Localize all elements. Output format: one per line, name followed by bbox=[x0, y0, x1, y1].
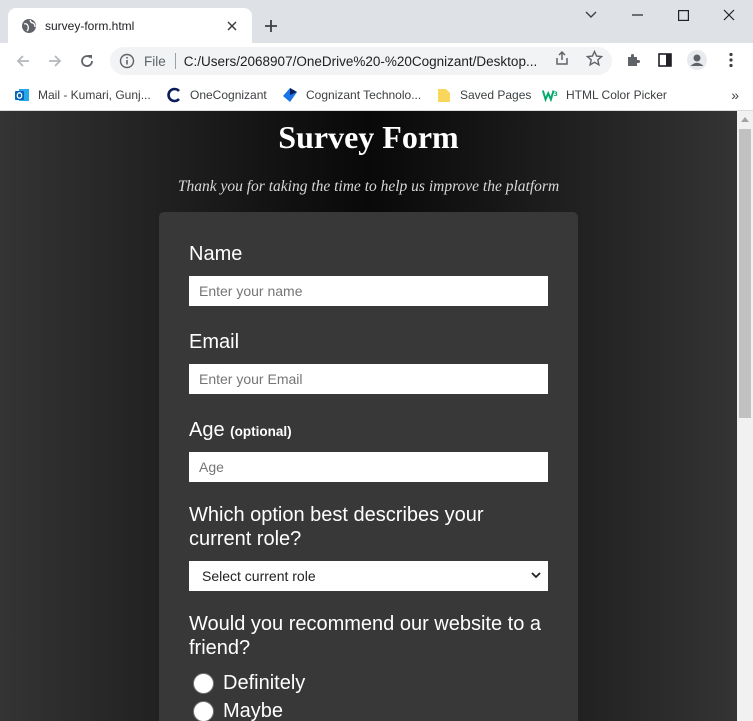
url-text[interactable]: C:/Users/2068907/OneDrive%20-%20Cognizan… bbox=[184, 54, 548, 69]
scroll-up-arrow-icon[interactable] bbox=[737, 111, 753, 127]
radio-option-maybe[interactable]: Maybe bbox=[193, 700, 283, 721]
bookmark-saved-pages[interactable]: Saved Pages bbox=[436, 84, 531, 106]
folder-icon bbox=[436, 87, 452, 103]
radio-button[interactable] bbox=[193, 701, 214, 721]
tab-title: survey-form.html bbox=[45, 18, 135, 33]
url-scheme: File bbox=[144, 53, 166, 69]
radio-button[interactable] bbox=[193, 673, 214, 694]
bookmark-label: OneCognizant bbox=[190, 88, 267, 102]
role-question: Which option best describes your current… bbox=[189, 504, 484, 550]
profile-avatar-icon[interactable] bbox=[686, 49, 708, 71]
forward-button[interactable] bbox=[42, 48, 68, 74]
name-input[interactable]: Enter your name bbox=[189, 276, 548, 306]
email-input[interactable]: Enter your Email bbox=[189, 364, 548, 394]
vertical-scrollbar[interactable] bbox=[737, 111, 753, 721]
address-bar[interactable]: File C:/Users/2068907/OneDrive%20-%20Cog… bbox=[110, 47, 612, 75]
bookmark-label: Saved Pages bbox=[460, 88, 532, 102]
scrollbar-thumb[interactable] bbox=[739, 129, 751, 418]
tab-strip: survey-form.html bbox=[0, 0, 753, 43]
outlook-icon bbox=[14, 87, 30, 103]
age-label-text: Age bbox=[189, 419, 225, 441]
bookmarks-bar: Mail - Kumari, Gunj... OneCognizant Cogn… bbox=[0, 79, 753, 111]
bookmark-mail[interactable]: Mail - Kumari, Gunj... bbox=[14, 84, 151, 106]
bookmark-star-icon[interactable] bbox=[585, 49, 603, 67]
age-label: Age (optional) bbox=[189, 418, 292, 444]
radio-option-definitely[interactable]: Definitely bbox=[193, 672, 305, 695]
url-separator bbox=[174, 53, 176, 69]
bookmark-cognizant[interactable]: Cognizant Technolo... bbox=[282, 84, 421, 106]
page-title: Survey Form bbox=[278, 119, 459, 155]
close-window-button[interactable] bbox=[706, 0, 752, 30]
globe-icon bbox=[21, 18, 37, 34]
survey-form: Name Enter your name Email Enter your Em… bbox=[159, 212, 578, 721]
name-label: Name bbox=[189, 243, 243, 265]
recommend-question: Would you recommend our website to a fri… bbox=[189, 613, 542, 659]
info-icon[interactable] bbox=[119, 53, 135, 69]
reload-button[interactable] bbox=[74, 48, 100, 74]
radio-label: Definitely bbox=[223, 672, 306, 694]
side-panel-icon[interactable] bbox=[654, 49, 676, 71]
name-placeholder: Enter your name bbox=[199, 283, 303, 299]
page-viewport: Survey Form Thank you for taking the tim… bbox=[0, 111, 737, 721]
tab-search-chevron-icon[interactable] bbox=[568, 0, 614, 30]
back-button[interactable] bbox=[10, 48, 36, 74]
cognizant-icon bbox=[282, 87, 298, 103]
svg-text:3: 3 bbox=[554, 91, 558, 98]
bookmark-html-color-picker[interactable]: 3 HTML Color Picker bbox=[542, 84, 667, 106]
age-placeholder: Age bbox=[199, 459, 224, 475]
close-tab-icon[interactable] bbox=[222, 16, 242, 36]
age-optional-note: (optional) bbox=[230, 424, 292, 439]
role-select[interactable]: Select current role bbox=[189, 561, 548, 591]
w3schools-icon: 3 bbox=[542, 87, 558, 103]
role-select-value: Select current role bbox=[202, 568, 316, 584]
extensions-icon[interactable] bbox=[622, 49, 644, 71]
browser-toolbar: File C:/Users/2068907/OneDrive%20-%20Cog… bbox=[0, 43, 753, 79]
new-tab-button[interactable] bbox=[259, 14, 283, 38]
page-description: Thank you for taking the time to help us… bbox=[177, 178, 560, 195]
onecognizant-icon bbox=[166, 87, 182, 103]
browser-tab[interactable]: survey-form.html bbox=[8, 8, 252, 43]
maximize-button[interactable] bbox=[660, 0, 706, 30]
minimize-button[interactable] bbox=[614, 0, 660, 30]
bookmark-label: Cognizant Technolo... bbox=[306, 88, 422, 102]
radio-label: Maybe bbox=[223, 700, 284, 721]
chevron-down-icon bbox=[530, 569, 542, 581]
email-placeholder: Enter your Email bbox=[199, 371, 303, 387]
age-input[interactable]: Age bbox=[189, 452, 548, 482]
bookmark-label: Mail - Kumari, Gunj... bbox=[38, 88, 151, 102]
share-icon[interactable] bbox=[553, 49, 571, 67]
menu-kebab-icon[interactable] bbox=[720, 49, 742, 71]
bookmark-onecognizant[interactable]: OneCognizant bbox=[166, 84, 267, 106]
bookmark-label: HTML Color Picker bbox=[566, 88, 667, 102]
bookmarks-overflow-icon[interactable]: » bbox=[731, 87, 739, 103]
email-label: Email bbox=[189, 331, 240, 353]
